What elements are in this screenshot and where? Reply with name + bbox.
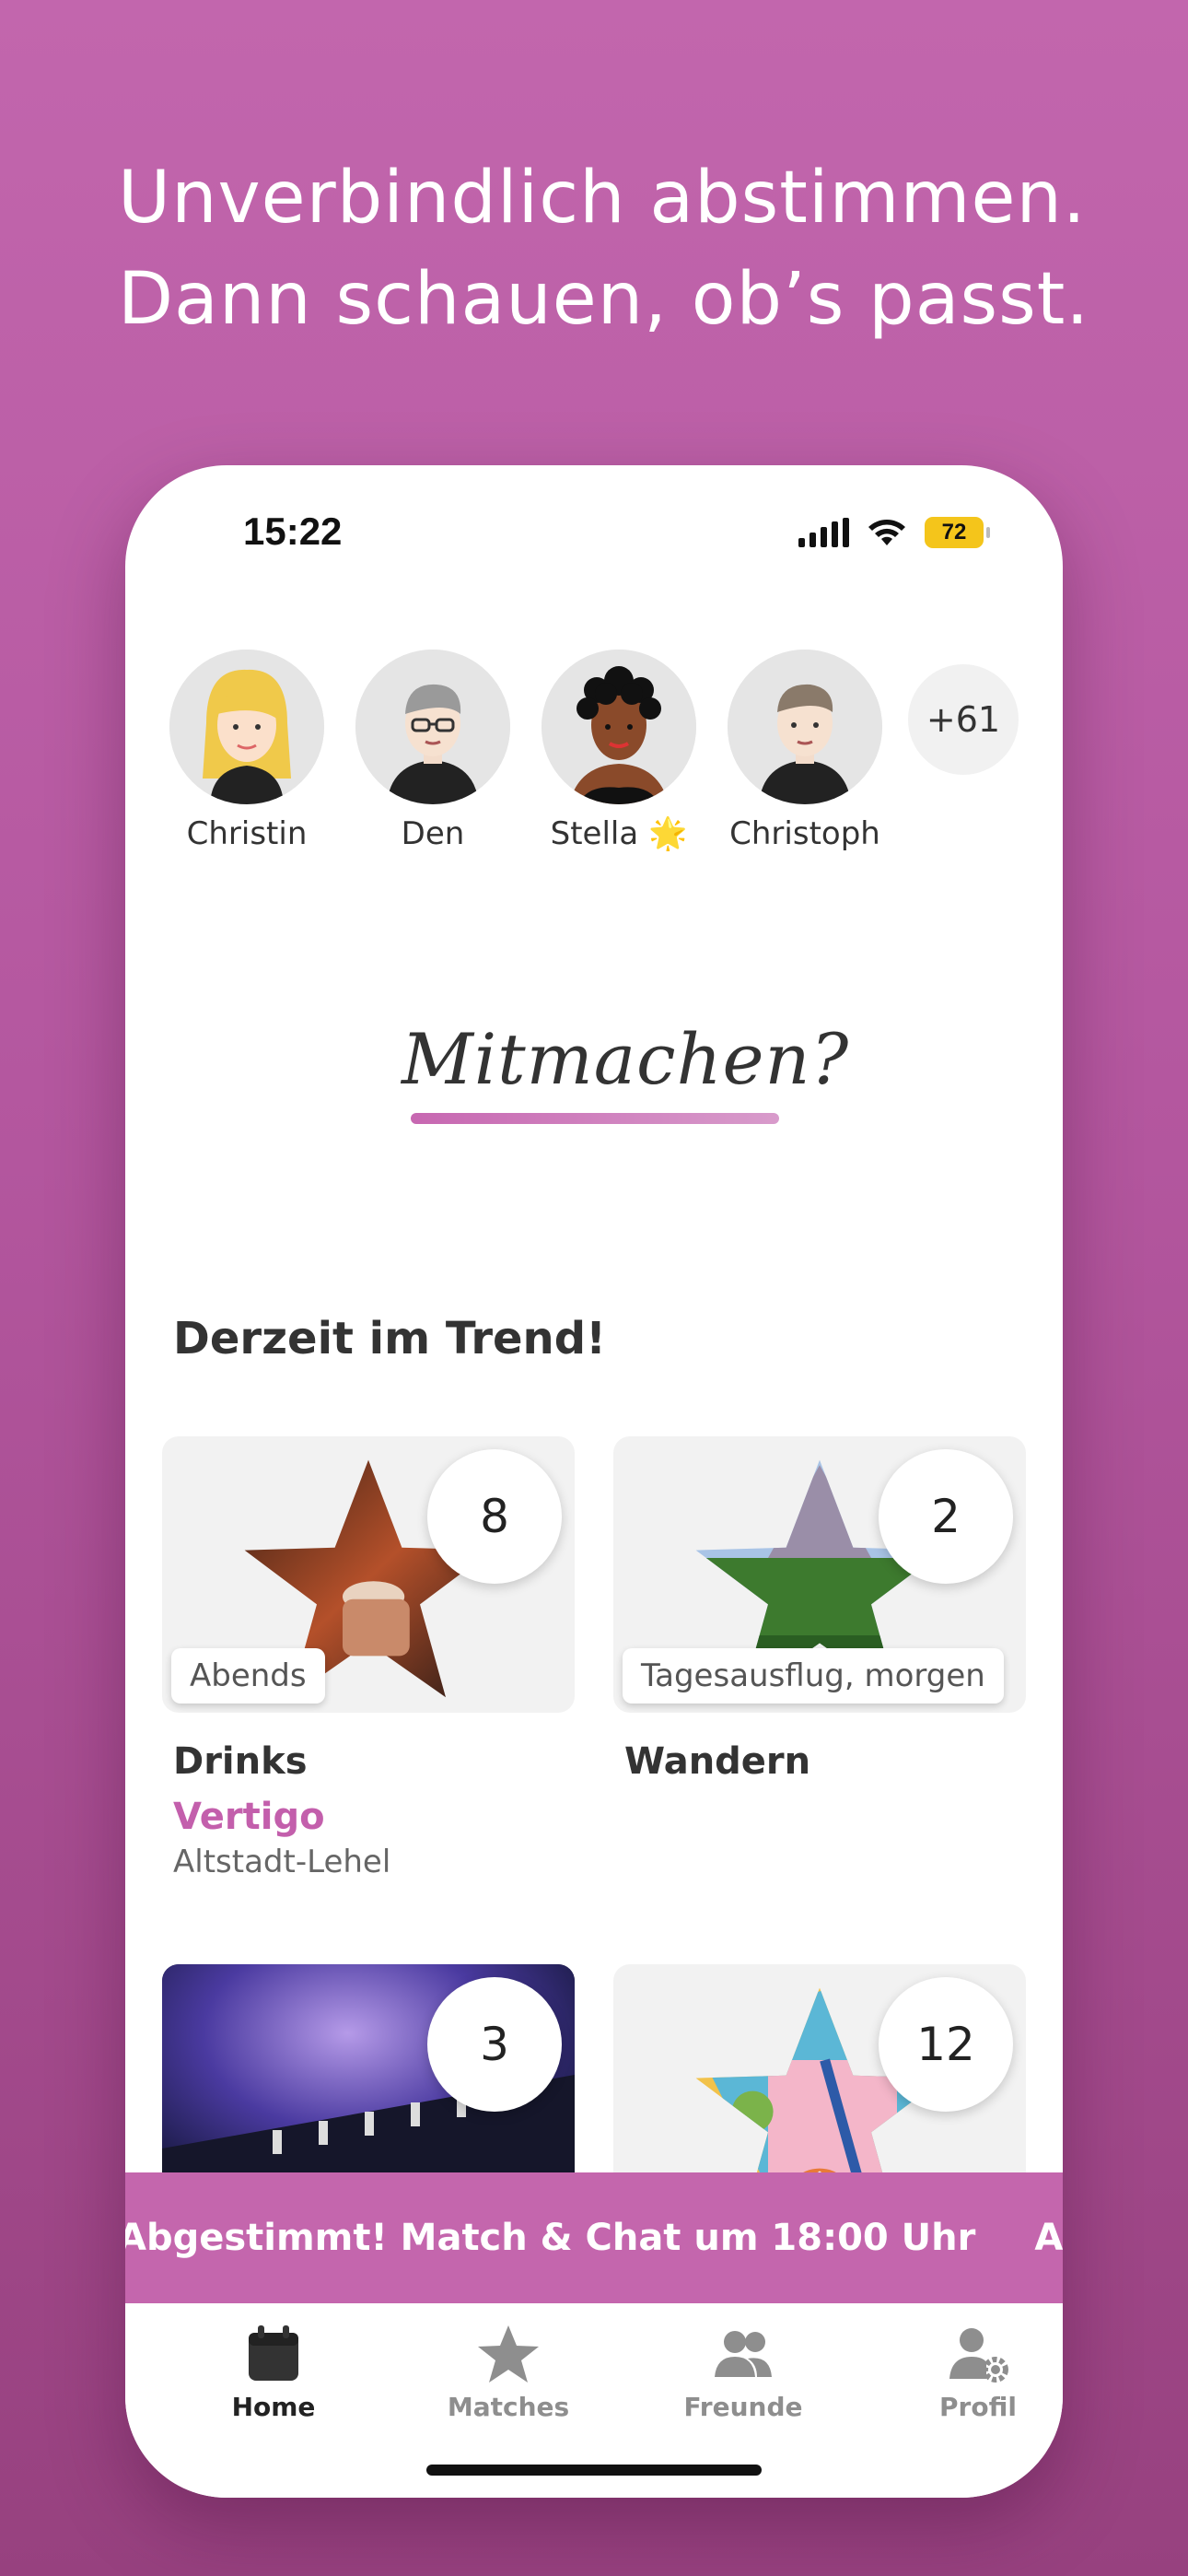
more-friends-button[interactable]: +61 bbox=[908, 664, 1019, 775]
tab-matches[interactable]: Matches bbox=[416, 2322, 600, 2422]
friend-christoph[interactable]: Christoph bbox=[722, 650, 888, 852]
status-time: 15:22 bbox=[243, 509, 343, 553]
tab-label: Freunde bbox=[683, 2392, 803, 2422]
activity-title: Wandern bbox=[624, 1740, 811, 1783]
people-icon bbox=[715, 2331, 772, 2377]
tab-label: Home bbox=[231, 2392, 316, 2422]
friend-name: Christoph bbox=[729, 815, 880, 852]
activity-image: 8 Abends bbox=[162, 1436, 575, 1713]
friends-row: Christin Den Stella 🌟 Christoph +61 bbox=[125, 650, 1063, 871]
friend-stella[interactable]: Stella 🌟 bbox=[536, 650, 702, 852]
join-prompt[interactable]: Mitmachen? bbox=[402, 1018, 850, 1124]
avatar-blonde-woman-icon bbox=[169, 650, 324, 804]
friend-den[interactable]: Den bbox=[350, 650, 516, 852]
join-prompt-text: Mitmachen? bbox=[402, 1018, 850, 1100]
phone-screen: 15:22 72 Christin Den Stella 🌟 Christoph… bbox=[125, 465, 1063, 2498]
activity-title: Drinks bbox=[173, 1740, 308, 1783]
participant-count-badge: 8 bbox=[427, 1449, 562, 1584]
friend-name: Christin bbox=[186, 815, 308, 852]
headline-line-2: Dann schauen, ob’s passt. bbox=[118, 258, 1090, 341]
tab-freunde[interactable]: Freunde bbox=[651, 2322, 835, 2422]
profile-gear-icon bbox=[949, 2328, 1008, 2383]
tab-label: Profil bbox=[939, 2392, 1017, 2422]
participant-count-badge: 12 bbox=[879, 1977, 1013, 2112]
time-chip: Abends bbox=[171, 1648, 325, 1704]
participant-count-badge: 2 bbox=[879, 1449, 1013, 1584]
avatar-curly-woman-icon bbox=[542, 650, 696, 804]
wifi-icon bbox=[868, 520, 905, 545]
tab-profil[interactable]: Profil bbox=[886, 2322, 1063, 2422]
signal-icon bbox=[798, 518, 849, 547]
tab-home[interactable]: Home bbox=[181, 2322, 366, 2422]
activity-card-drinks[interactable]: 8 Abends Drinks Vertigo Altstadt-Lehel bbox=[162, 1436, 575, 1880]
time-chip: Tagesausflug, morgen bbox=[623, 1648, 1004, 1704]
match-ticker-banner[interactable]: Abgestimmt! Match & Chat um 18:00 Uhr Ab… bbox=[125, 2172, 1063, 2303]
participant-count-badge: 3 bbox=[427, 1977, 562, 2112]
headline: Unverbindlich abstimmen. Dann schauen, o… bbox=[118, 147, 1131, 350]
avatar-man-icon bbox=[728, 650, 882, 804]
activity-image: 2 Tagesausflug, morgen bbox=[613, 1436, 1026, 1713]
battery-icon: 72 bbox=[925, 517, 990, 548]
join-prompt-underline bbox=[411, 1113, 779, 1124]
calendar-icon bbox=[249, 2325, 298, 2381]
friend-christin[interactable]: Christin bbox=[164, 650, 330, 852]
friend-name: Stella 🌟 bbox=[550, 815, 688, 852]
tab-label: Matches bbox=[447, 2392, 570, 2422]
activity-card-hiking[interactable]: 2 Tagesausflug, morgen Wandern bbox=[613, 1436, 1026, 1783]
section-title: Derzeit im Trend! bbox=[173, 1313, 606, 1364]
friend-name: Den bbox=[401, 815, 465, 852]
status-icons: 72 bbox=[798, 517, 990, 548]
avatar-man-glasses-icon bbox=[355, 650, 510, 804]
ticker-message: Abgestimmt! Match & Chat um 18:00 Uhr bbox=[125, 2217, 976, 2259]
activity-venue[interactable]: Vertigo bbox=[173, 1796, 575, 1838]
activity-area: Altstadt-Lehel bbox=[173, 1844, 391, 1880]
home-indicator[interactable] bbox=[426, 2465, 762, 2476]
headline-line-1: Unverbindlich abstimmen. bbox=[118, 157, 1087, 240]
star-icon bbox=[478, 2325, 539, 2383]
ticker-message: Abgestimmt! Match & Chat um 18:00 Uhr bbox=[1034, 2217, 1063, 2259]
